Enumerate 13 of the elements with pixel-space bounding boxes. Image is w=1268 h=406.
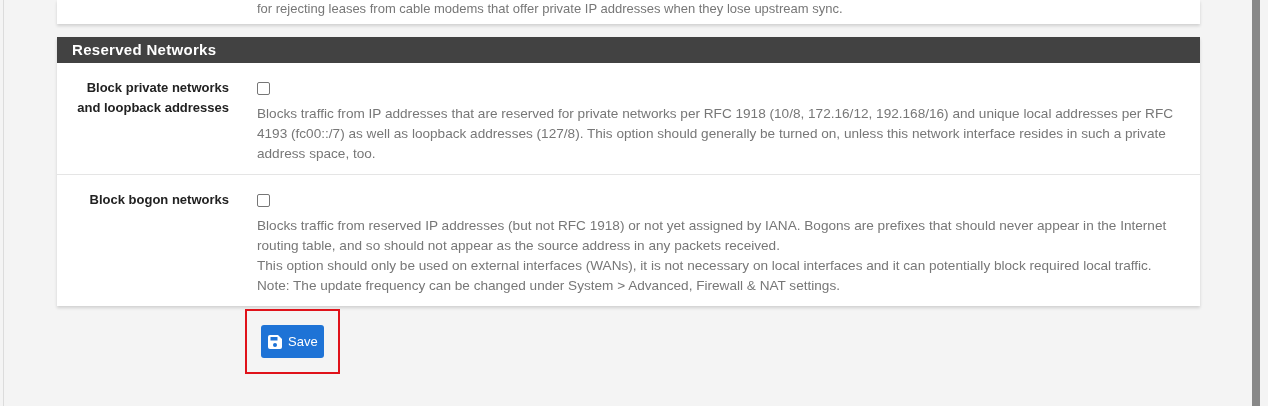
scrollbar[interactable] [1252, 0, 1260, 406]
help-text: Note: The update frequency can be changed under System > Advanced, Firewall & NAT settings. [257, 277, 841, 295]
save-button[interactable]: Save [261, 325, 324, 358]
checkbox[interactable] [257, 82, 270, 95]
help-text: This option should only be used on external interfaces (WANs), it is not necessary on local interfaces and it can potentially block required local traffic. [257, 257, 1153, 275]
help-text: Blocks traffic from IP addresses that are reserved for private networks per RFC 1918 (10/8, 172.16/12, 192.168/16) and unique local addresses per RFC 4193 (fc00::/7) as well as loopback addresses (127/8). This option should generally be turned on, unless this network interface resides in such a private address space, too. [257, 105, 1175, 163]
save-icon [267, 333, 283, 350]
checkbox[interactable] [257, 194, 270, 207]
section-title: Reserved Networks [72, 39, 217, 60]
option-label: Block private networks and loopback addresses [77, 80, 229, 115]
help-text: for rejecting leases from cable modems that offer private IP addresses when they lose upstream sync. [257, 1, 843, 17]
option-label: Block bogon networks [89, 192, 229, 207]
help-text: Blocks traffic from reserved IP addresses (but not RFC 1918) or not yet assigned by IANA. Bogons are prefixes that should never appear in the Internet routing table, and so should not appear as the source address in any packets received. [257, 217, 1168, 255]
